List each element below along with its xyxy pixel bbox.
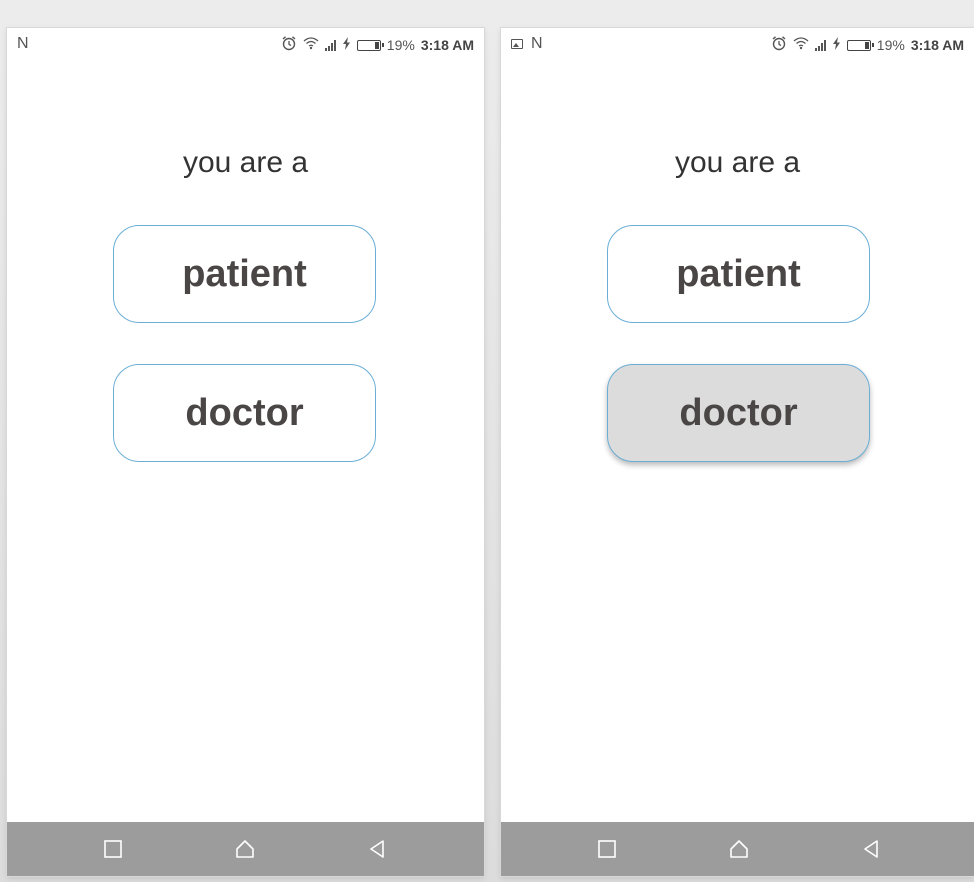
status-time: 3:18 AM	[910, 37, 964, 53]
recent-apps-icon[interactable]	[594, 836, 620, 862]
alarm-icon	[771, 35, 787, 55]
status-right: 19% 3:18 AM	[771, 35, 964, 55]
battery-percent: 19%	[876, 37, 905, 53]
doctor-button-pressed[interactable]: doctor	[607, 364, 870, 462]
status-left: N	[17, 35, 29, 53]
battery-percent: 19%	[386, 37, 415, 53]
home-icon[interactable]	[232, 836, 258, 862]
carrier-n-icon: N	[17, 35, 29, 52]
phone-screen-pressed: N 19% 3:18 AM you are a patient doctor	[501, 28, 974, 876]
signal-icon	[324, 39, 336, 51]
navigation-bar	[7, 822, 484, 876]
signal-icon	[814, 39, 826, 51]
carrier-n-icon: N	[531, 35, 543, 52]
phone-screen-default: N 19% 3:18 AM you are a patient doctor	[7, 28, 484, 876]
role-prompt: you are a	[182, 146, 309, 179]
back-icon[interactable]	[858, 836, 884, 862]
battery-icon	[356, 39, 384, 51]
role-prompt: you are a	[674, 146, 801, 179]
status-bar: N 19% 3:18 AM	[501, 28, 974, 60]
screenshot-canvas: N 19% 3:18 AM you are a patient doctor N…	[0, 0, 974, 882]
home-icon[interactable]	[726, 836, 752, 862]
navigation-bar	[501, 822, 974, 876]
wifi-icon	[793, 36, 809, 54]
status-left: N	[511, 35, 543, 53]
alarm-icon	[281, 35, 297, 55]
battery-icon	[846, 39, 874, 51]
status-bar: N 19% 3:18 AM	[7, 28, 484, 60]
status-time: 3:18 AM	[420, 37, 474, 53]
patient-button[interactable]: patient	[113, 225, 376, 323]
back-icon[interactable]	[364, 836, 390, 862]
wifi-icon	[303, 36, 319, 54]
recent-apps-icon[interactable]	[100, 836, 126, 862]
status-right: 19% 3:18 AM	[281, 35, 474, 55]
patient-button[interactable]: patient	[607, 225, 870, 323]
doctor-button[interactable]: doctor	[113, 364, 376, 462]
charging-icon	[342, 36, 351, 54]
charging-icon	[832, 36, 841, 54]
image-notification-icon	[511, 39, 523, 49]
